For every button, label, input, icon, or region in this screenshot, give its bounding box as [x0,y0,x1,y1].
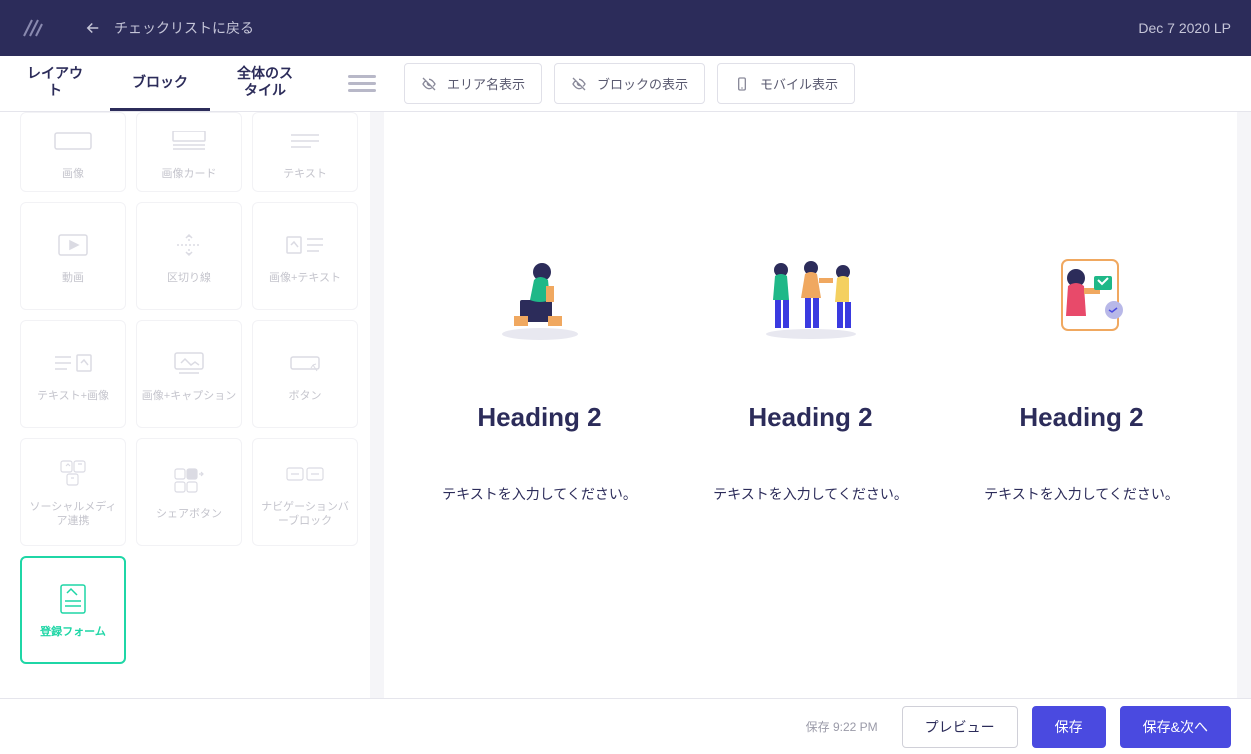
image-icon [53,131,93,151]
toggle-mobile-view[interactable]: モバイル表示 [717,63,855,104]
mobile-icon [734,76,750,92]
block-label: 画像 [58,167,88,181]
block-label: テキスト [279,167,331,181]
tab-style[interactable]: 全体のスタイル [210,56,320,111]
top-nav: チェックリストに戻る Dec 7 2020 LP [0,0,1251,56]
column-3[interactable]: Heading 2 テキストを入力してください。 [966,242,1197,505]
block-label: ソーシャルメディア連携 [21,500,125,529]
image-caption-icon [169,349,209,377]
project-name: Dec 7 2020 LP [1138,20,1231,36]
menu-icon[interactable] [348,71,376,96]
block-label: 画像カード [158,167,221,181]
saved-timestamp: 保存 9:22 PM [806,718,878,735]
illustration-2 [695,242,926,352]
arrow-left-icon [84,19,102,37]
illustration-3 [966,242,1197,352]
back-label: チェックリストに戻る [114,18,254,38]
block-button[interactable]: ボタン [252,320,358,428]
eye-off-icon [421,76,437,92]
social-icon [51,459,95,489]
navbar-icon [283,464,327,484]
block-form[interactable]: 登録フォーム [20,556,126,664]
block-video[interactable]: 動画 [20,202,126,310]
toggle-block-display[interactable]: ブロックの表示 [554,63,705,104]
column-text[interactable]: テキストを入力してください。 [966,483,1197,505]
text-image-icon [51,349,95,377]
app-logo [20,16,44,40]
block-display-label: ブロックの表示 [597,74,688,93]
block-share[interactable]: シェアボタン [136,438,242,546]
image-text-icon [283,231,327,259]
block-image-card[interactable]: 画像カード [136,112,242,192]
block-divider[interactable]: 区切り線 [136,202,242,310]
tab-layout[interactable]: レイアウト [0,56,110,111]
block-label: 画像+テキスト [265,271,345,285]
form-icon [53,583,93,615]
column-1[interactable]: Heading 2 テキストを入力してください。 [424,242,655,505]
block-label: 動画 [58,271,88,285]
page-canvas[interactable]: Heading 2 テキストを入力してください。 Heading 2 [384,112,1237,698]
block-text-image[interactable]: テキスト+画像 [20,320,126,428]
area-names-label: エリア名表示 [447,74,525,93]
view-toolbar: エリア名表示 ブロックの表示 モバイル表示 [404,56,855,111]
column-text[interactable]: テキストを入力してください。 [424,483,655,505]
button-icon [285,349,325,377]
preview-button[interactable]: プレビュー [902,706,1018,748]
video-icon [53,231,93,259]
block-label: テキスト+画像 [33,389,113,403]
column-text[interactable]: テキストを入力してください。 [695,483,926,505]
tab-toolbar-row: レイアウト ブロック 全体のスタイル エリア名表示 ブロックの表示 モバイル表示 [0,56,1251,112]
share-icon [167,466,211,496]
columns-block[interactable]: Heading 2 テキストを入力してください。 Heading 2 [424,242,1197,505]
block-label: ボタン [285,389,326,403]
block-navbar[interactable]: ナビゲーションバーブロック [252,438,358,546]
main-area: 画像 画像カード テキスト 動画 区切り線 [0,112,1251,698]
eye-off-icon [571,76,587,92]
save-next-button[interactable]: 保存&次へ [1120,706,1231,748]
illustration-1 [424,242,655,352]
column-heading[interactable]: Heading 2 [424,402,655,433]
divider-icon [169,231,209,259]
canvas-area[interactable]: Heading 2 テキストを入力してください。 Heading 2 [370,112,1251,698]
toggle-area-names[interactable]: エリア名表示 [404,63,542,104]
text-icon [285,131,325,151]
column-2[interactable]: Heading 2 テキストを入力してください。 [695,242,926,505]
block-label: ナビゲーションバーブロック [253,500,357,529]
block-image[interactable]: 画像 [20,112,126,192]
column-heading[interactable]: Heading 2 [966,402,1197,433]
block-text[interactable]: テキスト [252,112,358,192]
block-label: 登録フォーム [36,625,110,639]
blocks-panel: 画像 画像カード テキスト 動画 区切り線 [0,112,370,698]
block-image-caption[interactable]: 画像+キャプション [136,320,242,428]
mobile-display-label: モバイル表示 [760,74,838,93]
block-image-text[interactable]: 画像+テキスト [252,202,358,310]
image-card-icon [169,131,209,151]
save-button[interactable]: 保存 [1032,706,1106,748]
tab-block[interactable]: ブロック [110,56,210,111]
column-heading[interactable]: Heading 2 [695,402,926,433]
back-to-checklist[interactable]: チェックリストに戻る [84,18,254,38]
block-social[interactable]: ソーシャルメディア連携 [20,438,126,546]
block-label: シェアボタン [152,507,226,521]
editor-tabs: レイアウト ブロック 全体のスタイル [0,56,320,111]
footer-bar: 保存 9:22 PM プレビュー 保存 保存&次へ [0,698,1251,754]
block-label: 画像+キャプション [138,389,240,403]
block-label: 区切り線 [163,271,215,285]
